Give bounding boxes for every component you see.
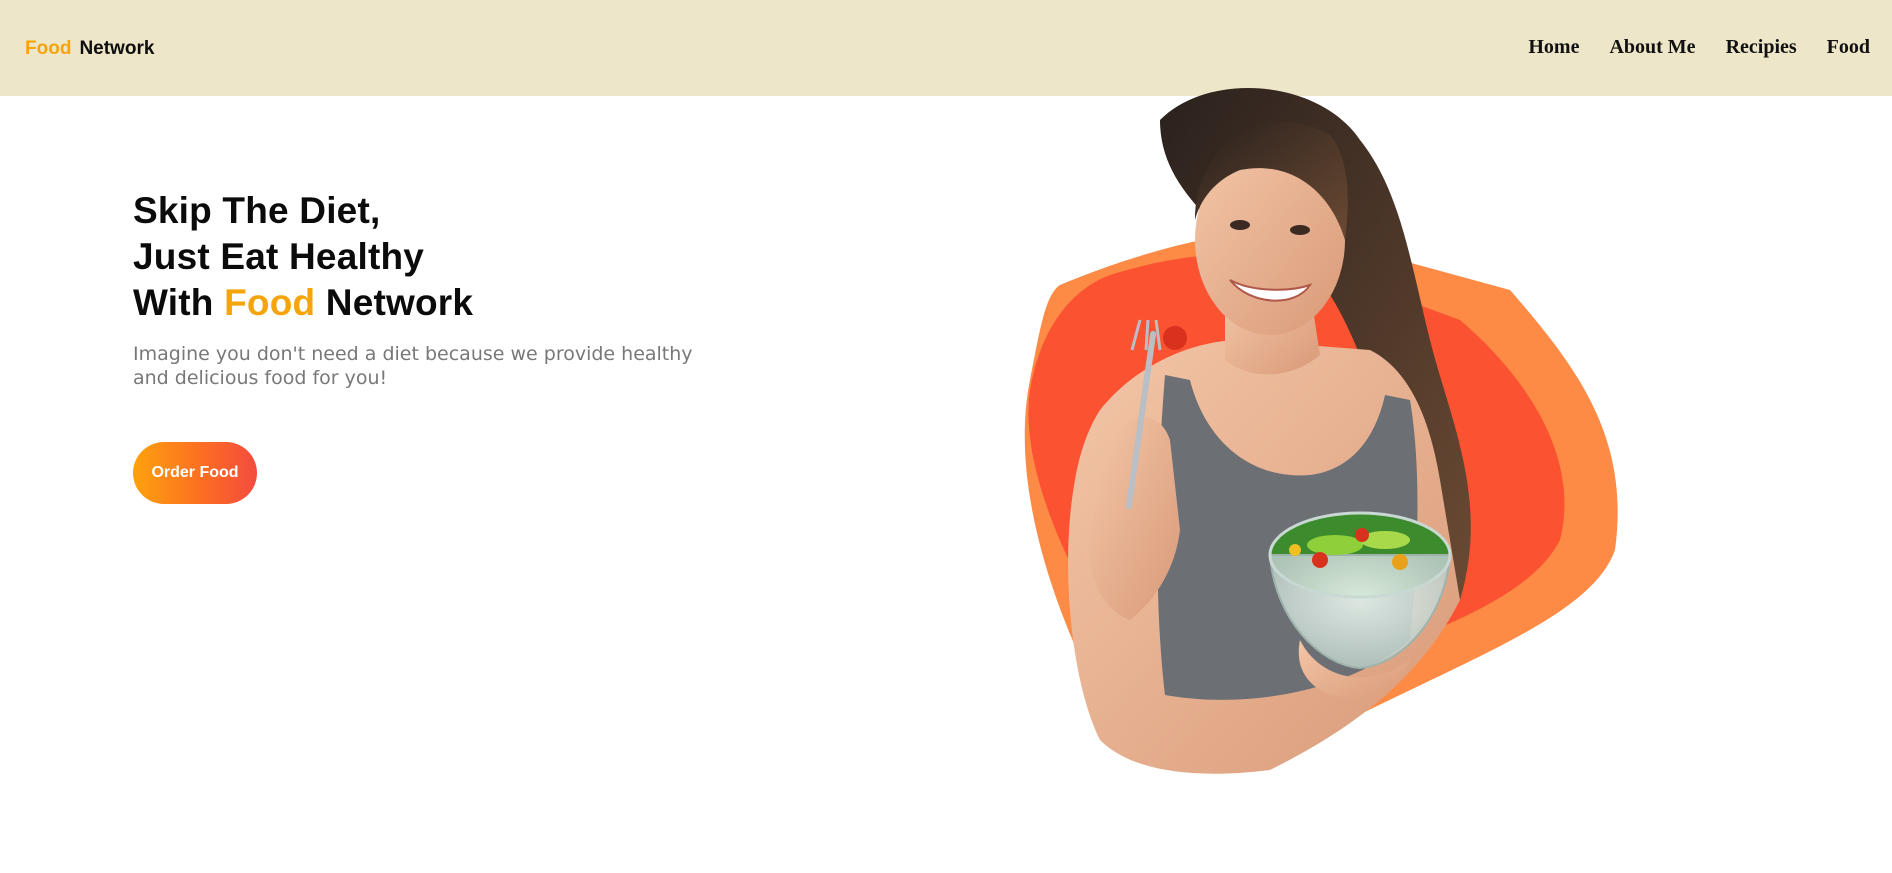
headline-line-3-suffix: Network	[325, 282, 474, 323]
hero-subtitle: Imagine you don't need a diet because we…	[133, 343, 693, 389]
tomato-on-fork	[1163, 326, 1187, 350]
nav-link-food[interactable]: Food	[1827, 36, 1870, 59]
woman-eating-salad-image	[1024, 87, 1618, 774]
headline-line-3-accent: Food	[224, 282, 316, 323]
brand-logo-accent: Food	[25, 38, 72, 59]
nav-link-recipies[interactable]: Recipies	[1726, 36, 1797, 59]
hero-text: Skip The Diet, Just Eat Healthy With Foo…	[133, 188, 693, 390]
brand-logo-text: Network	[79, 38, 155, 59]
main-nav: Home About Me Recipies Food	[1528, 36, 1870, 59]
order-food-button[interactable]: Order Food	[133, 442, 257, 504]
brand-logo[interactable]: Food Network	[25, 38, 154, 60]
headline-line-3-prefix: With	[133, 282, 214, 323]
hero-headline: Skip The Diet, Just Eat Healthy With Foo…	[133, 188, 693, 326]
hero-image	[990, 80, 1650, 800]
nav-link-home[interactable]: Home	[1528, 36, 1579, 59]
headline-line-1: Skip The Diet,	[133, 190, 381, 231]
nav-link-about-me[interactable]: About Me	[1609, 36, 1695, 59]
headline-line-2: Just Eat Healthy	[133, 236, 425, 277]
